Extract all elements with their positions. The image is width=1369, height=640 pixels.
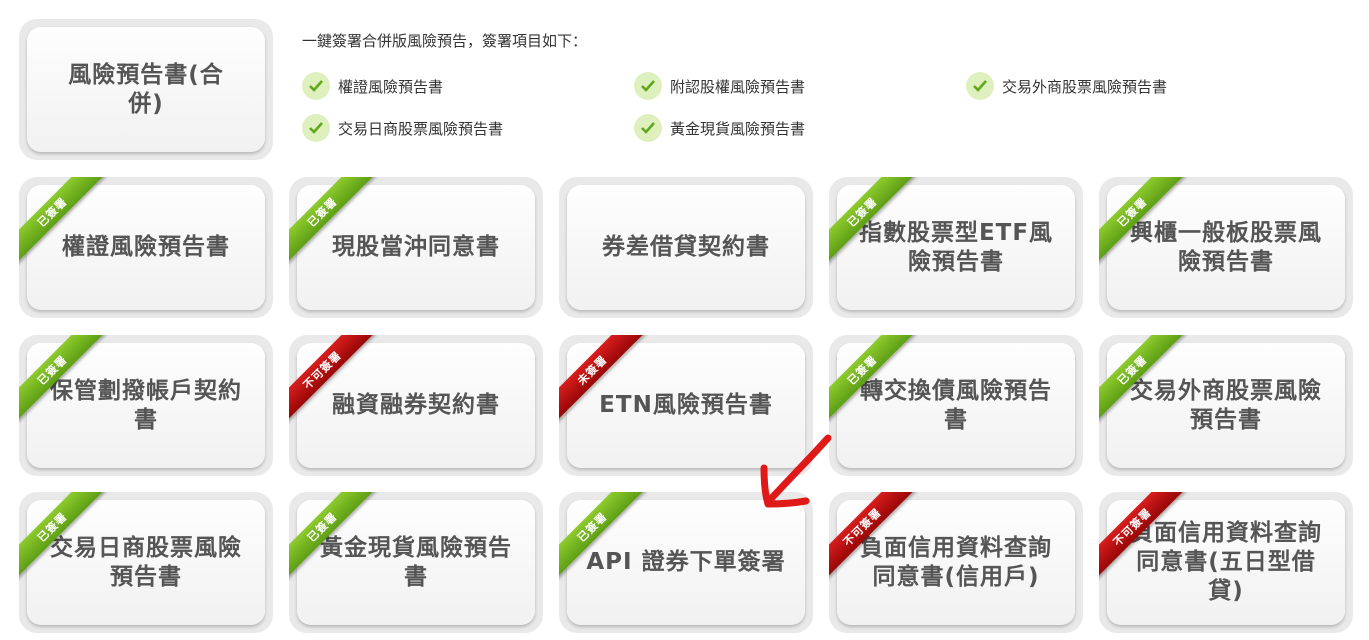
merged-item-label: 附認股權風險預告書 (670, 77, 806, 96)
merged-sign-label: 風險預告書(合併) (68, 61, 224, 117)
doc-card-label: 轉交換債風險預告書 (860, 377, 1052, 433)
doc-card-label: 交易日商股票風險預告書 (50, 534, 242, 590)
merged-item: 黃金現貨風險預告書 (634, 114, 805, 142)
doc-card[interactable]: 負面信用資料查詢同意書(信用戶) 不可簽署 (829, 492, 1083, 633)
doc-card-label: 黃金現貨風險預告書 (320, 534, 512, 590)
merged-intro-text: 一鍵簽署合併版風險預告，簽署項目如下： (302, 32, 588, 50)
doc-card-label: 負面信用資料查詢同意書(信用戶) (860, 534, 1052, 590)
doc-card[interactable]: 轉交換債風險預告書 已簽署 (829, 335, 1083, 476)
doc-card-label: API 證券下單簽署 (586, 549, 786, 575)
merged-item-label: 權證風險預告書 (338, 77, 444, 96)
doc-card[interactable]: 券差借貸契約書 (559, 177, 813, 318)
merged-item: 交易外商股票風險預告書 (966, 72, 1167, 100)
merged-item: 交易日商股票風險預告書 (302, 114, 503, 142)
check-icon (966, 72, 994, 100)
doc-card[interactable]: 興櫃一般板股票風險預告書 已簽署 (1099, 177, 1353, 318)
doc-card[interactable]: 保管劃撥帳戶契約書 已簽署 (19, 335, 273, 476)
doc-card-label: 融資融券契約書 (332, 392, 500, 418)
merged-item: 權證風險預告書 (302, 72, 443, 100)
doc-card-label: 券差借貸契約書 (602, 234, 770, 260)
merged-item-label: 交易外商股票風險預告書 (1002, 77, 1168, 96)
merged-item-label: 黃金現貨風險預告書 (670, 119, 806, 138)
doc-card-label: 權證風險預告書 (62, 234, 230, 260)
check-icon (302, 114, 330, 142)
doc-card-label: 保管劃撥帳戶契約書 (50, 377, 242, 433)
doc-card-label: ETN風險預告書 (599, 392, 773, 418)
check-icon (302, 72, 330, 100)
doc-card[interactable]: 現股當沖同意書 已簽署 (289, 177, 543, 318)
doc-card[interactable]: 黃金現貨風險預告書 已簽署 (289, 492, 543, 633)
doc-card[interactable]: 交易外商股票風險預告書 已簽署 (1099, 335, 1353, 476)
doc-card-label: 負面信用資料查詢同意書(五日型借貸) (1130, 520, 1322, 604)
merged-sign-button-face: 風險預告書(合併) (27, 27, 265, 152)
red-arrow-icon (760, 434, 832, 508)
doc-card-label: 興櫃一般板股票風險預告書 (1130, 219, 1322, 275)
doc-card[interactable]: 指數股票型ETF風險預告書 已簽署 (829, 177, 1083, 318)
doc-card[interactable]: 融資融券契約書 不可簽署 (289, 335, 543, 476)
check-icon (634, 114, 662, 142)
doc-card[interactable]: 交易日商股票風險預告書 已簽署 (19, 492, 273, 633)
doc-card-label: 交易外商股票風險預告書 (1130, 377, 1322, 433)
doc-card-label: 指數股票型ETF風險預告書 (858, 219, 1054, 275)
merged-item: 附認股權風險預告書 (634, 72, 805, 100)
merged-sign-button[interactable]: 風險預告書(合併) (19, 19, 273, 160)
doc-card[interactable]: 權證風險預告書 已簽署 (19, 177, 273, 318)
doc-card[interactable]: 負面信用資料查詢同意書(五日型借貸) 不可簽署 (1099, 492, 1353, 633)
check-icon (634, 72, 662, 100)
doc-card-label: 現股當沖同意書 (332, 234, 500, 260)
merged-item-label: 交易日商股票風險預告書 (338, 119, 504, 138)
